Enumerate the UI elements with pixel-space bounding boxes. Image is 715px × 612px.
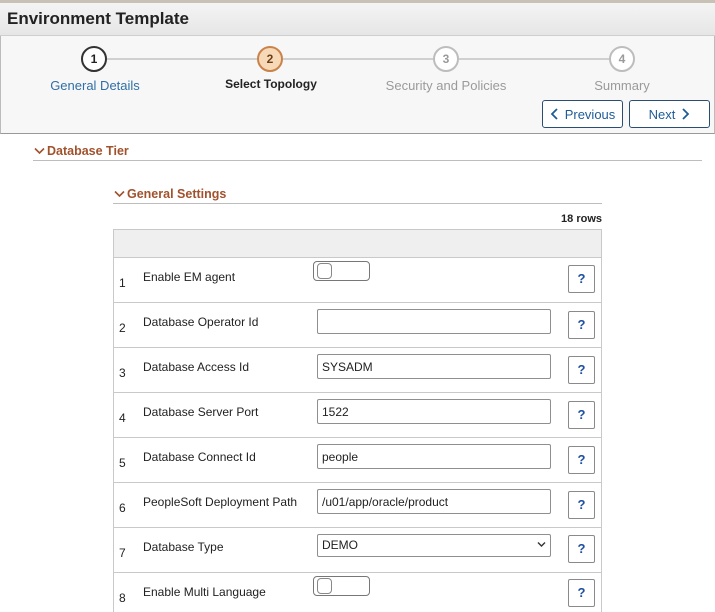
- page-title: Environment Template: [7, 9, 189, 28]
- help-button[interactable]: ?: [568, 265, 595, 293]
- step-train: 1 General Details 2 Select Topology 3 Se…: [0, 36, 715, 134]
- help-button[interactable]: ?: [568, 535, 595, 563]
- previous-button-label: Previous: [564, 106, 616, 122]
- train-connector: [459, 58, 609, 60]
- step-1-circle[interactable]: 1: [81, 46, 107, 72]
- step-2-label: Select Topology: [225, 77, 317, 91]
- train-connector: [283, 58, 433, 60]
- database-type-value: DEMO: [322, 538, 358, 552]
- help-button[interactable]: ?: [568, 579, 595, 607]
- table-row: 7 Database Type DEMO ?: [114, 528, 601, 573]
- toggle-knob: [317, 263, 332, 279]
- database-tier-divider: [33, 160, 702, 161]
- row-label: Database Operator Id: [143, 315, 259, 329]
- row-label: Database Server Port: [143, 405, 259, 419]
- help-button[interactable]: ?: [568, 356, 595, 384]
- settings-grid: 1 Enable EM agent ? 2 Database Operator …: [113, 229, 602, 612]
- table-row: 6 PeopleSoft Deployment Path ?: [114, 483, 601, 528]
- table-row: 5 Database Connect Id ?: [114, 438, 601, 483]
- row-label: Database Access Id: [143, 360, 250, 374]
- row-label: Database Connect Id: [143, 450, 256, 464]
- toggle-knob: [317, 578, 332, 594]
- row-number: 4: [119, 411, 126, 425]
- row-number: 2: [119, 321, 126, 335]
- next-button[interactable]: Next: [629, 100, 710, 128]
- row-label: Enable EM agent: [143, 270, 236, 284]
- step-4-label: Summary: [594, 78, 650, 93]
- row-label: Enable Multi Language: [143, 585, 266, 599]
- peoplesoft-deployment-path-input[interactable]: [317, 489, 551, 514]
- database-tier-header[interactable]: Database Tier: [34, 144, 129, 158]
- step-3-circle: 3: [433, 46, 459, 72]
- step-1-label[interactable]: General Details: [50, 78, 140, 93]
- database-access-id-input[interactable]: [317, 354, 551, 379]
- table-row: 8 Enable Multi Language ?: [114, 573, 601, 612]
- help-button[interactable]: ?: [568, 491, 595, 519]
- database-server-port-input[interactable]: [317, 399, 551, 424]
- row-number: 3: [119, 366, 126, 380]
- database-type-select[interactable]: DEMO: [317, 534, 551, 557]
- step-4-circle: 4: [609, 46, 635, 72]
- chevron-left-icon: [550, 108, 558, 120]
- step-3-label: Security and Policies: [385, 78, 507, 93]
- row-label: PeopleSoft Deployment Path: [143, 495, 298, 509]
- chevron-down-icon: [114, 190, 125, 198]
- step-2-circle: 2: [257, 46, 283, 72]
- help-button[interactable]: ?: [568, 311, 595, 339]
- chevron-down-icon: [34, 147, 45, 155]
- row-number: 5: [119, 456, 126, 470]
- database-operator-id-input[interactable]: [317, 309, 551, 334]
- database-connect-id-input[interactable]: [317, 444, 551, 469]
- grid-header: [114, 230, 601, 258]
- table-row: 2 Database Operator Id ?: [114, 303, 601, 348]
- row-number: 6: [119, 501, 126, 515]
- general-settings-divider: [113, 203, 602, 204]
- help-button[interactable]: ?: [568, 446, 595, 474]
- chevron-right-icon: [682, 108, 690, 120]
- table-row: 4 Database Server Port ?: [114, 393, 601, 438]
- previous-button[interactable]: Previous: [542, 100, 623, 128]
- table-row: 3 Database Access Id ?: [114, 348, 601, 393]
- row-number: 8: [119, 591, 126, 605]
- chevron-down-icon: [537, 542, 546, 547]
- enable-em-agent-toggle[interactable]: [313, 261, 370, 281]
- table-row: 1 Enable EM agent ?: [114, 258, 601, 303]
- row-number: 7: [119, 546, 126, 560]
- general-settings-header[interactable]: General Settings: [114, 187, 226, 201]
- train-connector: [107, 58, 257, 60]
- help-button[interactable]: ?: [568, 401, 595, 429]
- row-label: Database Type: [143, 540, 224, 554]
- next-button-label: Next: [648, 106, 676, 122]
- enable-multi-language-toggle[interactable]: [313, 576, 370, 596]
- general-settings-title: General Settings: [127, 187, 227, 201]
- title-bar: Environment Template: [0, 0, 715, 36]
- database-tier-title: Database Tier: [47, 144, 129, 158]
- rows-count: 18 rows: [561, 213, 602, 225]
- row-number: 1: [119, 276, 126, 290]
